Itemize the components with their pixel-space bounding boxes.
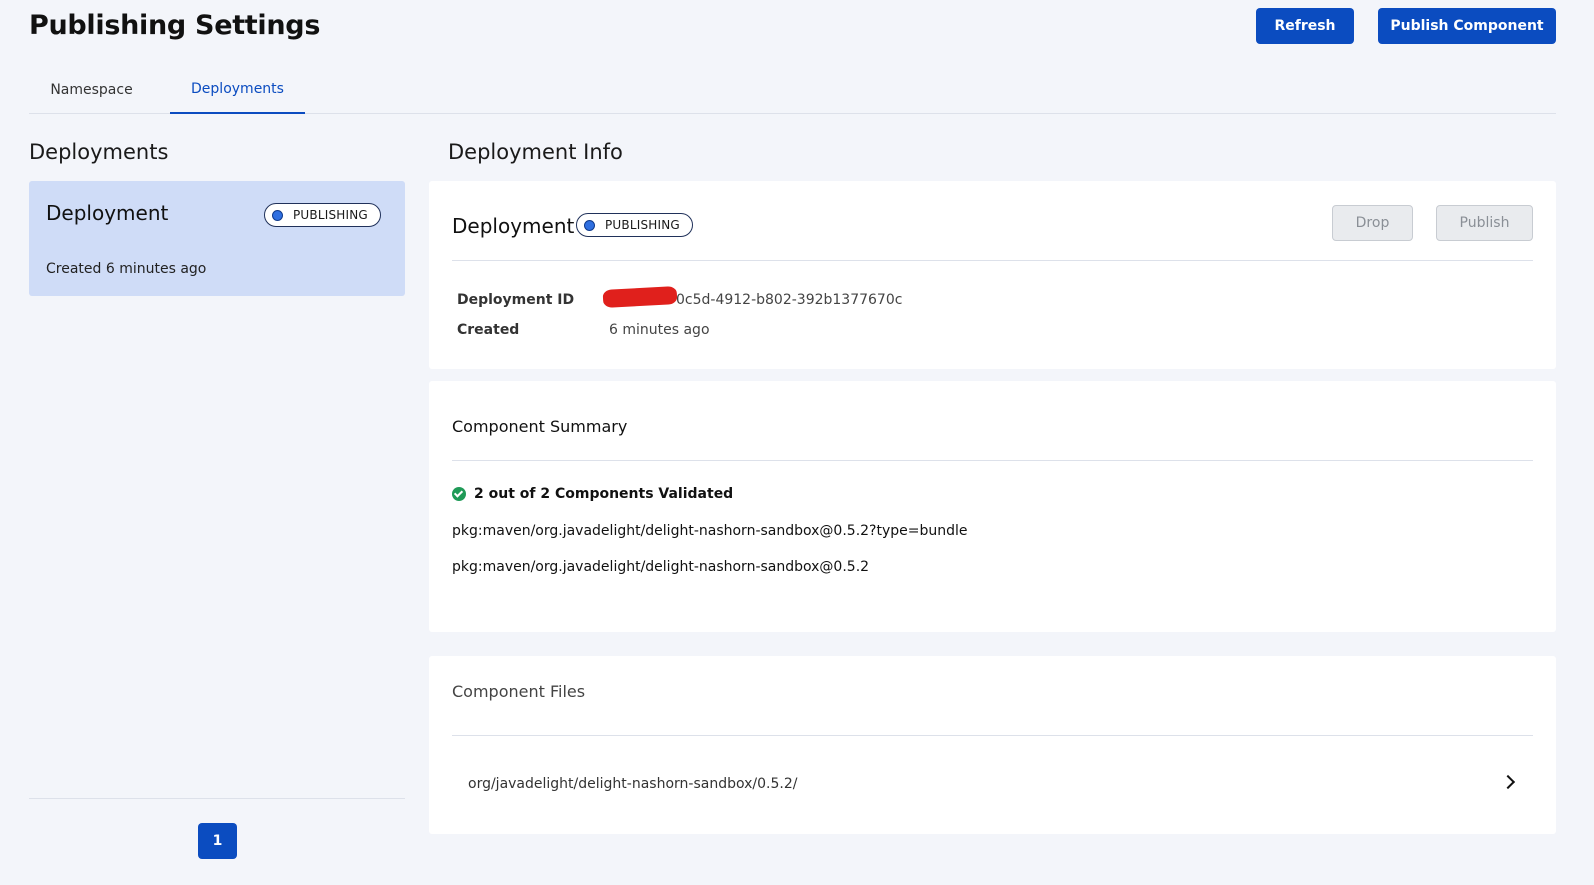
validation-status: 2 out of 2 Components Validated <box>452 486 733 502</box>
page-title: Publishing Settings <box>29 10 321 41</box>
refresh-button[interactable]: Refresh <box>1256 8 1354 44</box>
file-folder-path: org/javadelight/delight-nashorn-sandbox/… <box>468 776 798 792</box>
deployment-id-label: Deployment ID <box>457 292 575 308</box>
deployment-card-title: Deployment <box>46 201 169 225</box>
status-badge-label: PUBLISHING <box>605 218 680 232</box>
chevron-right-icon <box>1500 774 1516 790</box>
tab-deployments[interactable]: Deployments <box>170 66 305 114</box>
files-divider <box>452 735 1533 736</box>
pagination-page-button[interactable]: 1 <box>198 823 237 859</box>
tab-bar: Namespace Deployments <box>29 66 1556 114</box>
status-badge-label: PUBLISHING <box>293 208 368 222</box>
file-folder-row[interactable]: org/javadelight/delight-nashorn-sandbox/… <box>452 746 1533 824</box>
validation-status-text: 2 out of 2 Components Validated <box>474 486 734 502</box>
component-files-panel: Component Files org/javadelight/delight-… <box>429 656 1556 834</box>
publish-button[interactable]: Publish <box>1436 205 1533 241</box>
left-divider <box>29 798 405 799</box>
deployment-info-panel: Deployment PUBLISHING Drop Publish Deplo… <box>429 181 1556 369</box>
deployment-list-item[interactable]: Deployment PUBLISHING Created 6 minutes … <box>29 181 405 296</box>
check-circle-icon <box>452 487 466 501</box>
component-files-title: Component Files <box>452 682 586 701</box>
summary-divider <box>452 460 1533 461</box>
component-purl: pkg:maven/org.javadelight/delight-nashor… <box>452 523 968 539</box>
status-dot-icon <box>584 219 595 231</box>
publish-component-button[interactable]: Publish Component <box>1378 8 1556 44</box>
deployment-card-created: Created 6 minutes ago <box>46 261 207 277</box>
deployment-title: Deployment <box>452 214 575 238</box>
status-badge: PUBLISHING <box>264 203 381 227</box>
status-badge: PUBLISHING <box>576 213 693 237</box>
deployments-heading: Deployments <box>29 140 169 164</box>
created-label: Created <box>457 322 520 338</box>
drop-button[interactable]: Drop <box>1332 205 1413 241</box>
component-summary-title: Component Summary <box>452 417 628 436</box>
status-dot-icon <box>272 209 283 221</box>
publishing-settings-page: Publishing Settings Refresh Publish Comp… <box>0 0 1594 885</box>
redaction-mark <box>602 286 678 308</box>
tab-namespace[interactable]: Namespace <box>29 66 154 114</box>
component-summary-panel: Component Summary 2 out of 2 Components … <box>429 381 1556 632</box>
deployment-id-value: 0c5d-4912-b802-392b1377670c <box>676 292 903 308</box>
deployment-info-heading: Deployment Info <box>448 140 623 164</box>
created-value: 6 minutes ago <box>609 322 710 338</box>
component-purl: pkg:maven/org.javadelight/delight-nashor… <box>452 559 870 575</box>
info-divider <box>452 260 1533 261</box>
